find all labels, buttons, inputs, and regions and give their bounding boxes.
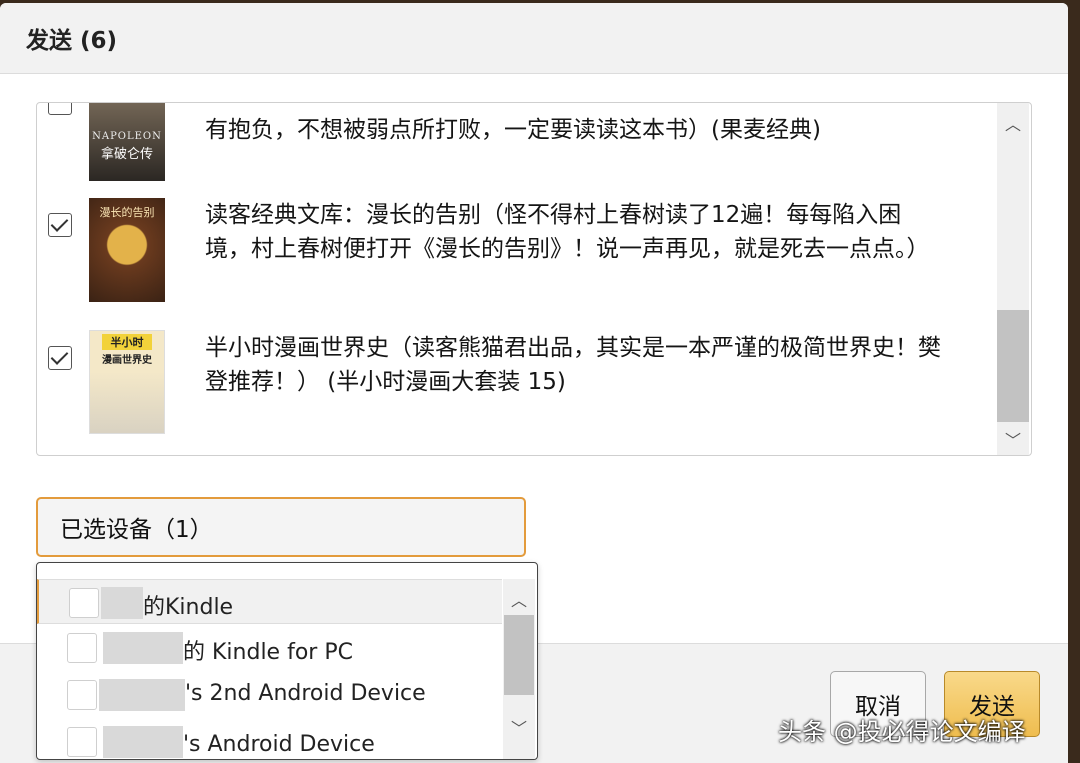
device-dropdown[interactable]: 的Kindle 的 Kindle for PC 's 2nd Android D…	[36, 562, 538, 760]
redacted-name	[103, 726, 183, 758]
scroll-up-icon[interactable]: ︿	[997, 111, 1029, 135]
device-label: 's Android Device	[183, 732, 375, 757]
dialog-title: 发送 (6)	[0, 3, 1068, 74]
list-item[interactable]: 漫长的告别 读客经典文库：漫长的告别（怪不得村上春树读了12遍！每每陷入困境，村…	[37, 195, 997, 305]
device-label: 的Kindle	[143, 595, 234, 620]
book-checkbox[interactable]	[48, 346, 72, 370]
book-cover-image: 漫长的告别	[89, 198, 165, 302]
book-list[interactable]: NAPOLEON 拿破仑传 有抱负，不想被弱点所打败，一定要读读这本书）(果麦经…	[36, 102, 1032, 456]
cover-text: 漫长的告别	[99, 206, 155, 219]
device-dropdown-scrollbar[interactable]: ︿ ﹀	[503, 579, 535, 759]
device-label: 's 2nd Android Device	[185, 681, 426, 706]
device-checkbox[interactable]	[67, 727, 97, 757]
device-checkbox[interactable]	[67, 633, 97, 663]
redacted-name	[103, 632, 183, 664]
list-item[interactable]: 半小时 漫画世界史 半小时漫画世界史（读客熊猫君出品，其实是一本严谨的极简世界史…	[37, 328, 997, 438]
book-list-scrollbar[interactable]: ︿ ﹀	[997, 103, 1029, 455]
device-option[interactable]: 的Kindle	[37, 579, 502, 624]
book-title: 半小时漫画世界史（读客熊猫君出品，其实是一本严谨的极简世界史！樊登推荐！） (半…	[205, 335, 941, 395]
redacted-name	[99, 679, 185, 711]
device-option[interactable]: 's Android Device	[37, 719, 502, 759]
book-title: 有抱负，不想被弱点所打败，一定要读读这本书）(果麦经典)	[205, 117, 821, 143]
cover-text: 拿破仑传	[100, 147, 153, 162]
cover-text: NAPOLEON	[92, 131, 162, 142]
book-cover-image: 半小时 漫画世界史	[89, 330, 165, 434]
scroll-up-icon[interactable]: ︿	[503, 587, 535, 611]
book-checkbox[interactable]	[48, 103, 72, 115]
list-item[interactable]: NAPOLEON 拿破仑传 有抱负，不想被弱点所打败，一定要读读这本书）(果麦经…	[37, 103, 997, 183]
scroll-down-icon[interactable]: ﹀	[503, 715, 535, 739]
scrollbar-thumb[interactable]	[997, 310, 1029, 422]
book-title: 读客经典文库：漫长的告别（怪不得村上春树读了12遍！每每陷入困境，村上春树便打开…	[205, 202, 930, 262]
watermark-text: 头条 @投必得论文编译	[778, 718, 1026, 746]
scrollbar-thumb[interactable]	[504, 615, 534, 695]
device-checkbox[interactable]	[67, 680, 97, 710]
cover-text: 半小时	[110, 336, 144, 349]
book-cover-image: NAPOLEON 拿破仑传	[89, 103, 165, 181]
device-option[interactable]: 's 2nd Android Device	[37, 672, 502, 717]
redacted-name	[101, 587, 143, 619]
cover-text: 漫画世界史	[102, 355, 152, 366]
book-checkbox[interactable]	[48, 213, 72, 237]
scroll-down-icon[interactable]: ﹀	[997, 427, 1029, 451]
send-dialog: 发送 (6) NAPOLEON 拿破仑传 有抱负，不想被弱点所打败，一定要读读这…	[0, 3, 1068, 763]
selected-devices-button[interactable]: 已选设备（1）	[36, 497, 526, 557]
device-checkbox[interactable]	[69, 588, 99, 618]
device-option[interactable]: 的 Kindle for PC	[37, 625, 502, 670]
device-label: 的 Kindle for PC	[183, 640, 353, 665]
